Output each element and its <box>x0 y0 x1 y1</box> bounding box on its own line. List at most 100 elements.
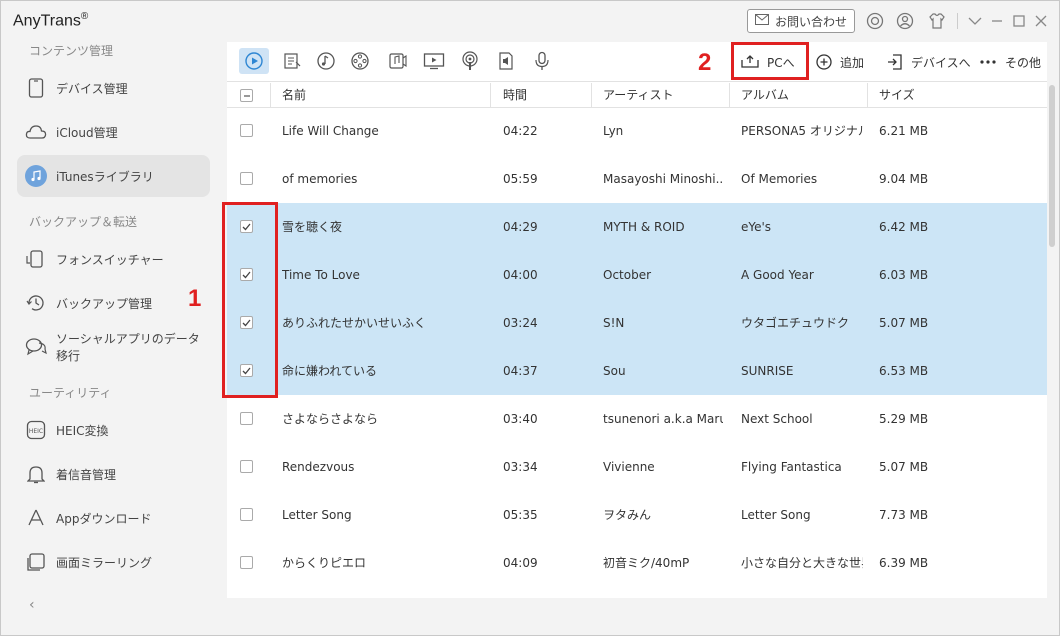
podcast-type-button[interactable] <box>455 48 485 74</box>
sidebar-item-label: 着信音管理 <box>56 467 117 482</box>
table-row[interactable]: ありふれたせかいせいふく 03:24 S!N ウタゴエチュウドク 5.07 MB <box>227 299 1047 347</box>
cell-artist: Lyn <box>603 124 624 138</box>
column-divider <box>270 83 271 108</box>
row-checkbox[interactable] <box>240 124 253 137</box>
to-pc-highlight-box <box>731 42 809 80</box>
scrollbar-thumb[interactable] <box>1049 85 1055 247</box>
cell-size: 5.07 MB <box>879 460 929 474</box>
heic-icon: HEIC <box>25 419 47 441</box>
itunes-u-type-button[interactable] <box>491 48 521 74</box>
sidebar-item-phone-switcher[interactable]: フォンスイッチャー <box>17 238 210 280</box>
title-bar: AnyTrans® お問い合わせ <box>1 1 1059 41</box>
column-header-size[interactable]: サイズ <box>879 83 915 108</box>
column-header-album[interactable]: アルバム <box>741 83 789 108</box>
table-row[interactable]: 命に嫌われている 04:37 Sou SUNRISE 6.53 MB <box>227 347 1047 395</box>
cell-time: 04:09 <box>503 556 538 570</box>
skin-shirt-icon[interactable] <box>927 11 947 31</box>
add-button[interactable]: 追加 <box>816 50 864 74</box>
row-checkbox[interactable] <box>240 556 253 569</box>
cell-artist: Vivienne <box>603 460 655 474</box>
sidebar-item-social-app-transfer[interactable]: ソーシャルアプリのデータ移行 <box>17 326 210 368</box>
microphone-icon <box>535 51 549 70</box>
svg-text:HEIC: HEIC <box>29 428 43 435</box>
select-all-checkbox[interactable] <box>240 89 253 102</box>
sidebar-item-device-manager[interactable]: デバイス管理 <box>17 67 210 109</box>
column-header-artist[interactable]: アーティスト <box>603 83 674 108</box>
cell-size: 5.29 MB <box>879 412 929 426</box>
row-checkbox[interactable] <box>240 412 253 425</box>
cell-album: A Good Year <box>741 268 814 282</box>
sidebar-item-label: iTunesライブラリ <box>56 169 154 184</box>
table-row[interactable]: Letter Song 05:35 ヲタみん Letter Song 7.73 MB <box>227 491 1047 539</box>
column-divider <box>867 83 868 108</box>
sidebar-item-label: HEIC変換 <box>56 423 109 438</box>
sidebar-item-label: 画面ミラーリング <box>56 555 153 570</box>
cell-artist: S!N <box>603 316 625 330</box>
cell-size: 6.39 MB <box>879 556 929 570</box>
more-button[interactable]: その他 <box>979 50 1041 74</box>
toolbar: PCへ 追加 デバイスへ その他 <box>227 42 1047 82</box>
sidebar-item-ringtone[interactable]: 着信音管理 <box>17 453 210 495</box>
sidebar-item-label: ソーシャルアプリのデータ移行 <box>56 332 200 363</box>
close-icon[interactable] <box>1031 11 1051 31</box>
cell-artist: Masayoshi Minoshi... <box>603 172 723 186</box>
movie-type-button[interactable] <box>419 48 449 74</box>
account-icon[interactable] <box>895 11 915 31</box>
music-note-icon <box>25 165 47 187</box>
cell-name: Letter Song <box>282 508 352 522</box>
table-row[interactable]: of memories 05:59 Masayoshi Minoshi... Of M… <box>227 155 1047 203</box>
sidebar-item-app-download[interactable]: Appダウンロード <box>17 497 210 539</box>
cell-size: 6.03 MB <box>879 268 929 282</box>
cell-album: Next School <box>741 412 813 426</box>
sidebar-item-icloud[interactable]: iCloud管理 <box>17 111 210 153</box>
playlist-type-button[interactable] <box>277 48 307 74</box>
contact-button[interactable]: お問い合わせ <box>747 9 855 33</box>
chevron-down-icon[interactable] <box>965 11 985 31</box>
music-video-type-button[interactable] <box>383 48 413 74</box>
cell-name: Rendezvous <box>282 460 355 474</box>
table-row[interactable]: Time To Love 04:00 October A Good Year 6.03 … <box>227 251 1047 299</box>
sidebar-item-backup-manager[interactable]: バックアップ管理 <box>17 282 210 324</box>
column-header-name[interactable]: 名前 <box>282 83 306 108</box>
sidebar-item-label: iCloud管理 <box>56 125 118 140</box>
minimize-icon[interactable] <box>987 11 1007 31</box>
row-checkbox[interactable] <box>240 508 253 521</box>
table-row[interactable]: さよならさよなら 03:40 tsunenori a.k.a Maru... Next… <box>227 395 1047 443</box>
sidebar-item-label: デバイス管理 <box>56 81 128 96</box>
row-checkbox[interactable] <box>240 172 253 185</box>
add-label: 追加 <box>840 55 865 70</box>
maximize-icon[interactable] <box>1009 11 1029 31</box>
play-circle-icon <box>245 52 263 70</box>
voice-memo-type-button[interactable] <box>527 48 557 74</box>
cell-time: 05:35 <box>503 508 538 522</box>
audio-file-icon <box>499 52 513 70</box>
cell-artist: October <box>603 268 652 282</box>
table-row[interactable]: 雪を聴く夜 04:29 MYTH & ROID eYe's 6.42 MB <box>227 203 1047 251</box>
cell-size: 6.21 MB <box>879 124 929 138</box>
row-checkbox[interactable] <box>240 460 253 473</box>
cell-time: 04:00 <box>503 268 538 282</box>
cell-album: Of Memories <box>741 172 818 186</box>
music-disc-icon <box>317 52 335 70</box>
tv-icon <box>423 53 445 70</box>
cell-size: 5.07 MB <box>879 316 929 330</box>
music-type-button[interactable] <box>239 48 269 74</box>
clock-icon <box>25 292 47 314</box>
to-device-button[interactable]: デバイスへ <box>887 50 971 74</box>
collapse-sidebar-icon[interactable]: ‹ <box>29 597 35 613</box>
ringtone-type-button[interactable] <box>311 48 341 74</box>
cell-album: Flying Fantastica <box>741 460 842 474</box>
sidebar-item-itunes-library[interactable]: iTunesライブラリ <box>17 155 210 197</box>
support-icon[interactable] <box>865 11 885 31</box>
table-row[interactable]: Life Will Change 04:22 Lyn PERSONA5 オリジナル..… <box>227 107 1047 155</box>
table-row[interactable]: Rendezvous 03:34 Vivienne Flying Fantastica… <box>227 443 1047 491</box>
table-row[interactable]: からくりピエロ 04:09 初音ミク/40mP 小さな自分と大きな世界 6.39 MB <box>227 539 1047 587</box>
column-header-time[interactable]: 時間 <box>503 83 527 108</box>
podcast-icon <box>462 51 478 70</box>
audiobook-type-button[interactable] <box>345 48 375 74</box>
cell-size: 6.53 MB <box>879 364 929 378</box>
cell-album: 小さな自分と大きな世界 <box>741 556 863 570</box>
sidebar-item-heic-convert[interactable]: HEIC HEIC変換 <box>17 409 210 451</box>
sidebar-item-screen-mirroring[interactable]: 画面ミラーリング <box>17 541 210 583</box>
cell-album: ウタゴエチュウドク <box>741 316 850 330</box>
